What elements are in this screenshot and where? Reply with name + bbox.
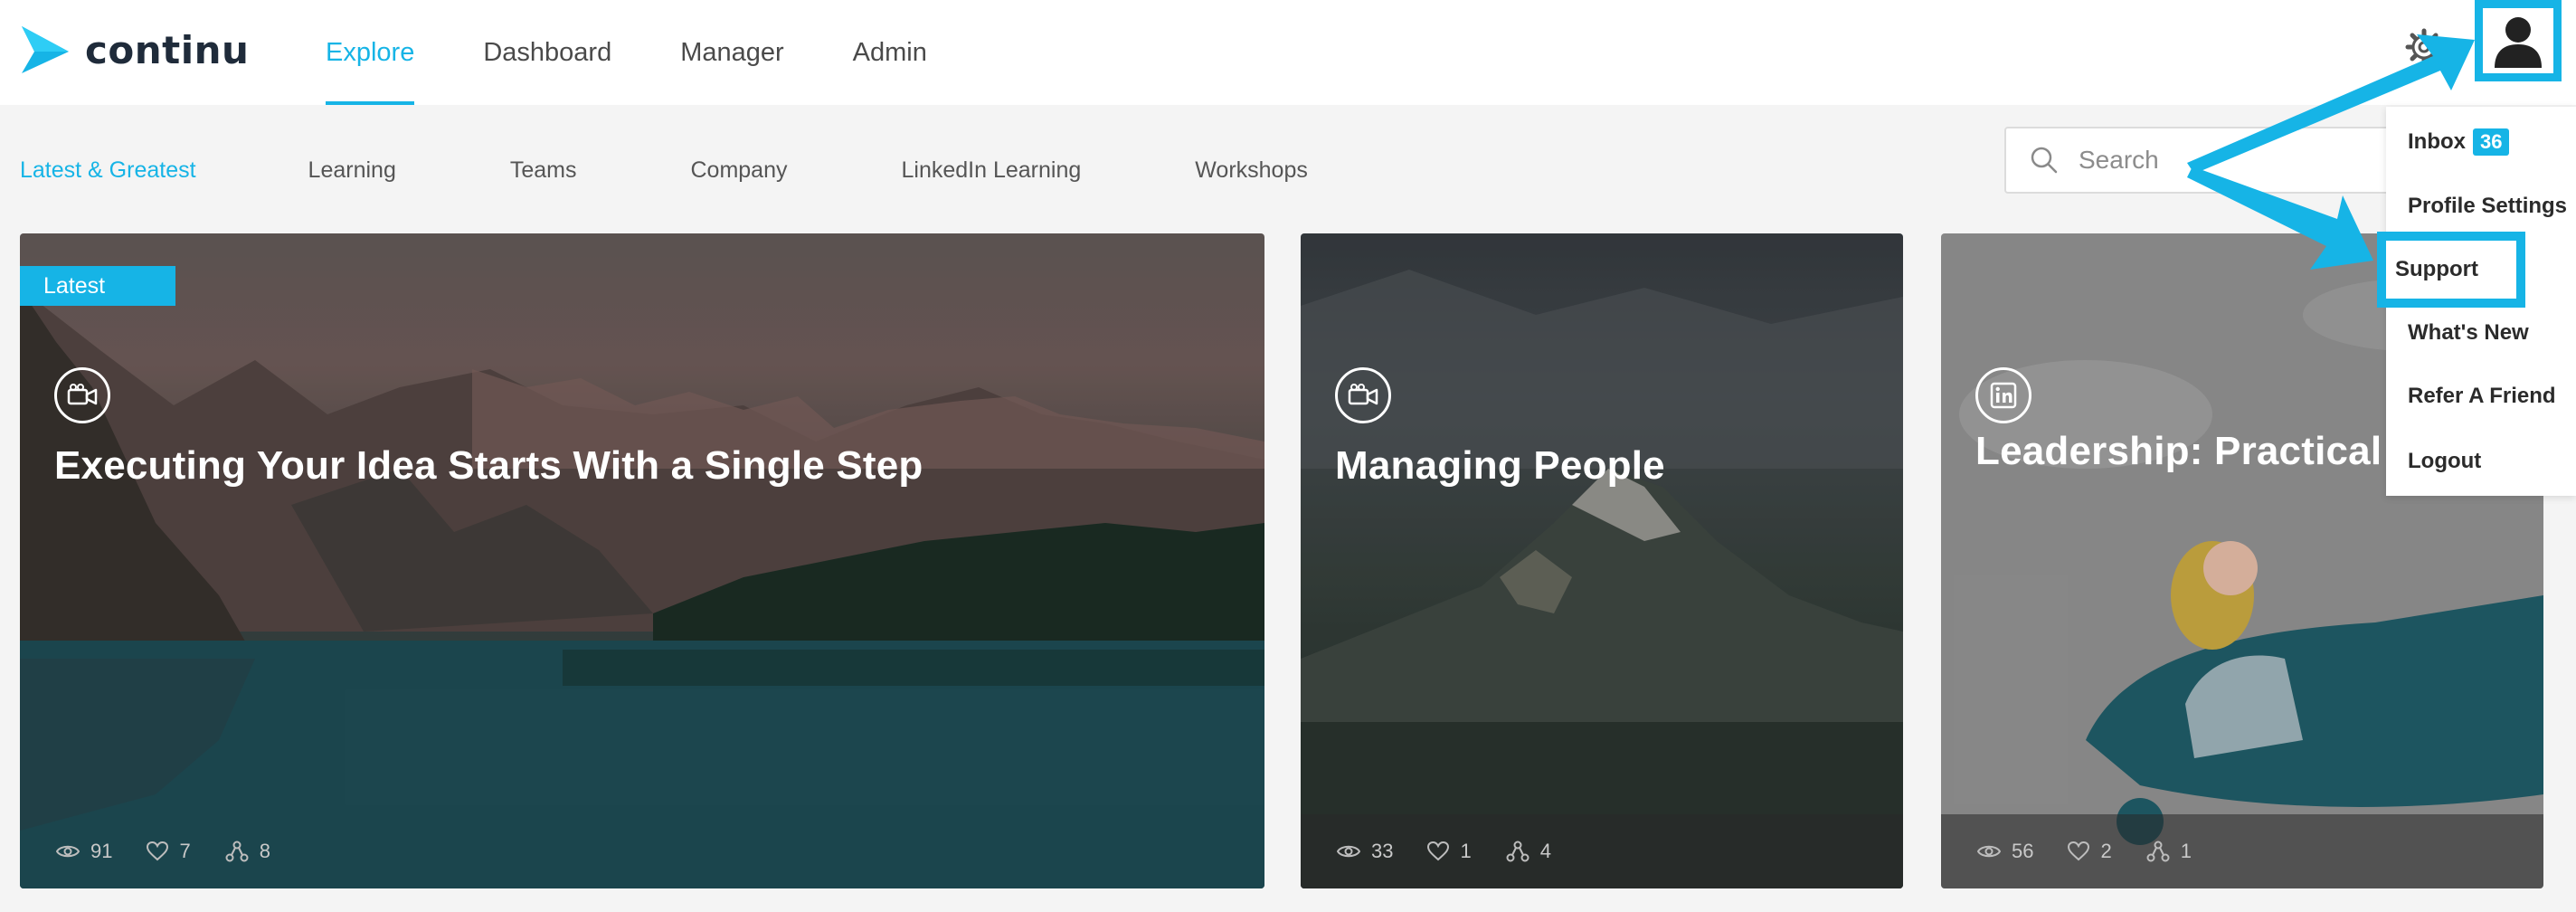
likes-count: 2 [2100, 840, 2112, 862]
content-card[interactable]: Managing People 33 1 4 [1301, 233, 1903, 888]
shares-count: 8 [259, 840, 270, 862]
share-nodes-icon [225, 841, 249, 862]
share-nodes-icon [1506, 841, 1530, 862]
gear-icon[interactable] [2404, 27, 2444, 67]
card-stats: 91 7 8 [20, 814, 1264, 888]
views-count: 56 [2012, 840, 2034, 862]
heart-icon [2068, 841, 2090, 861]
likes-stat[interactable]: 7 [147, 840, 191, 863]
card-title: Executing Your Idea Starts With a Single… [54, 443, 923, 488]
logo-arrow-icon [22, 26, 69, 73]
views-count: 91 [90, 840, 113, 862]
main-nav: Explore Dashboard Manager Admin [326, 0, 996, 105]
views-stat: 33 [1337, 840, 1393, 863]
share-nodes-icon [2146, 841, 2170, 862]
logo-text: continu [85, 27, 250, 72]
linkedin-icon [1975, 367, 2031, 423]
views-stat: 56 [1977, 840, 2033, 863]
views-stat: 91 [56, 840, 112, 863]
shares-count: 4 [1539, 840, 1551, 862]
subnav-latest-greatest[interactable]: Latest & Greatest [20, 157, 196, 184]
support-highlight: Support [2377, 232, 2525, 308]
shares-stat[interactable]: 8 [225, 840, 270, 863]
video-icon [1335, 367, 1391, 423]
heart-icon [147, 841, 169, 861]
views-count: 33 [1371, 840, 1394, 862]
shares-stat[interactable]: 1 [2146, 840, 2192, 863]
card-overlay [1301, 233, 1903, 888]
menu-profile-settings[interactable]: Profile Settings [2408, 194, 2567, 219]
menu-refer-a-friend[interactable]: Refer A Friend [2408, 384, 2556, 409]
likes-stat[interactable]: 1 [1427, 840, 1472, 863]
content-card[interactable]: Latest Executing Your Idea Starts With a… [20, 233, 1264, 888]
eye-icon [1337, 845, 1360, 858]
avatar-icon [2495, 17, 2542, 68]
menu-support[interactable]: Support [2395, 257, 2478, 282]
eye-icon [56, 845, 80, 858]
nav-manager[interactable]: Manager [680, 0, 783, 105]
likes-stat[interactable]: 2 [2068, 840, 2112, 863]
search-icon [2031, 147, 2058, 174]
continu-logo[interactable]: continu [20, 24, 249, 76]
nav-dashboard[interactable]: Dashboard [483, 0, 611, 105]
menu-logout[interactable]: Logout [2408, 449, 2481, 474]
likes-count: 1 [1460, 840, 1472, 862]
card-title: Managing People [1335, 443, 1665, 488]
subnav-workshops[interactable]: Workshops [1195, 157, 1308, 184]
shares-count: 1 [2180, 840, 2192, 862]
sub-nav: Latest & Greatest Learning Teams Company… [20, 152, 1308, 188]
video-icon [54, 367, 110, 423]
search-input[interactable] [2079, 146, 2350, 175]
nav-admin[interactable]: Admin [853, 0, 927, 105]
subnav-learning[interactable]: Learning [308, 157, 396, 184]
card-stats: 56 2 1 [1941, 814, 2543, 888]
likes-count: 7 [179, 840, 191, 862]
nav-explore[interactable]: Explore [326, 0, 415, 105]
subnav-teams[interactable]: Teams [510, 157, 577, 184]
menu-whats-new[interactable]: What's New [2408, 320, 2529, 346]
shares-stat[interactable]: 4 [1506, 840, 1551, 863]
top-navbar: continu Explore Dashboard Manager Admin [0, 0, 2576, 105]
inbox-count-badge: 36 [2473, 128, 2510, 156]
search-box [2004, 127, 2393, 194]
subnav-company[interactable]: Company [691, 157, 788, 184]
card-title: Leadership: Practical S [1975, 429, 2420, 473]
user-avatar-button[interactable] [2475, 0, 2562, 81]
heart-icon [1427, 841, 1450, 861]
subnav-linkedin-learning[interactable]: LinkedIn Learning [902, 157, 1082, 184]
inbox-label: Inbox [2408, 129, 2466, 154]
menu-inbox[interactable]: Inbox 36 [2408, 128, 2510, 156]
card-overlay [20, 233, 1264, 888]
card-stats: 33 1 4 [1301, 814, 1903, 888]
eye-icon [1977, 845, 2001, 858]
latest-badge: Latest [20, 266, 175, 306]
